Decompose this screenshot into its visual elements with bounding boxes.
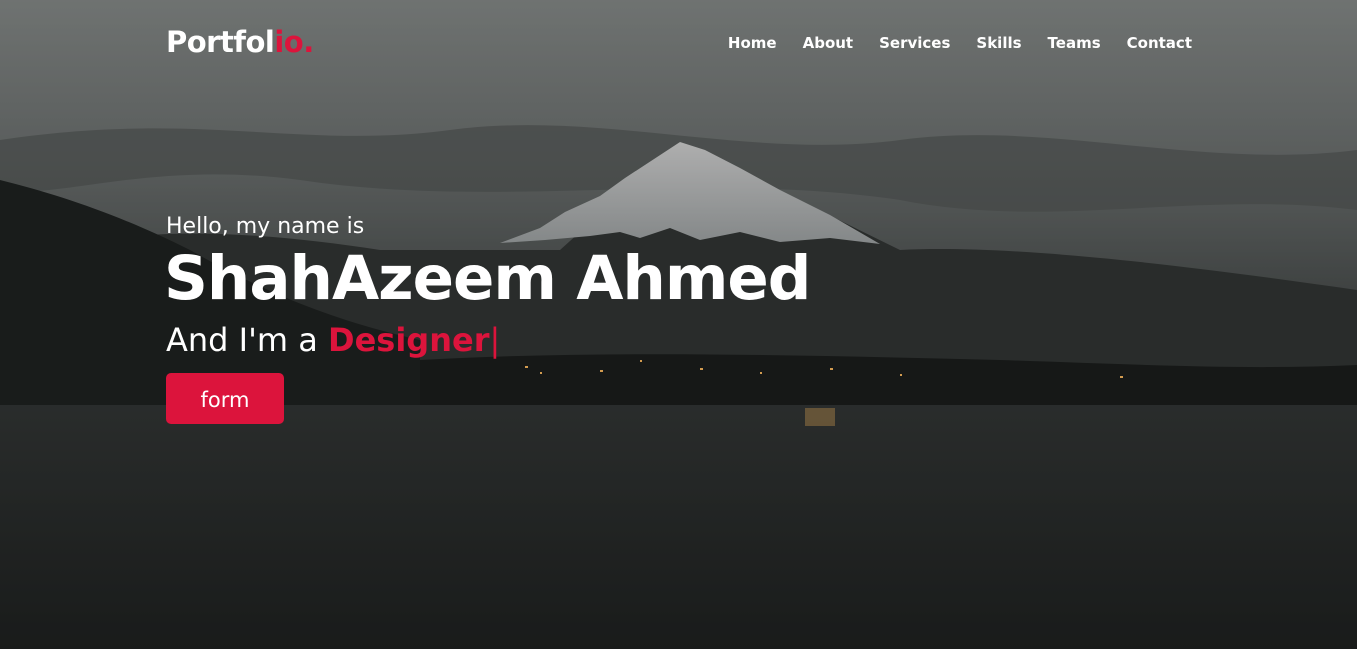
hero-section: Portfolio. Home About Services Skills Te…: [0, 0, 1357, 649]
nav-link-skills[interactable]: Skills: [976, 32, 1021, 54]
greeting-text: Hello, my name is: [166, 214, 365, 239]
nav-link-services[interactable]: Services: [879, 32, 950, 54]
nav-link-home[interactable]: Home: [728, 32, 777, 54]
typed-role-text: Designer: [328, 321, 490, 359]
hero-content: Hello, my name is ShahAzeem Ahmed And I'…: [164, 212, 811, 424]
nav-link-teams[interactable]: Teams: [1048, 32, 1101, 54]
form-button[interactable]: form: [166, 373, 284, 424]
role-line: And I'm a Designer|: [166, 320, 810, 360]
logo-main-text: Portfol: [166, 25, 275, 59]
role-prefix-text: And I'm a: [166, 321, 329, 359]
logo[interactable]: Portfolio.: [166, 24, 314, 60]
navbar: Portfolio. Home About Services Skills Te…: [0, 0, 1357, 86]
typing-cursor: |: [489, 321, 501, 359]
nav-link-about[interactable]: About: [803, 32, 854, 54]
logo-accent-text: io.: [274, 25, 314, 59]
nav-link-contact[interactable]: Contact: [1127, 32, 1192, 54]
hero-name-heading: ShahAzeem Ahmed: [164, 243, 811, 314]
nav-menu: Home About Services Skills Teams Contact: [728, 32, 1192, 54]
